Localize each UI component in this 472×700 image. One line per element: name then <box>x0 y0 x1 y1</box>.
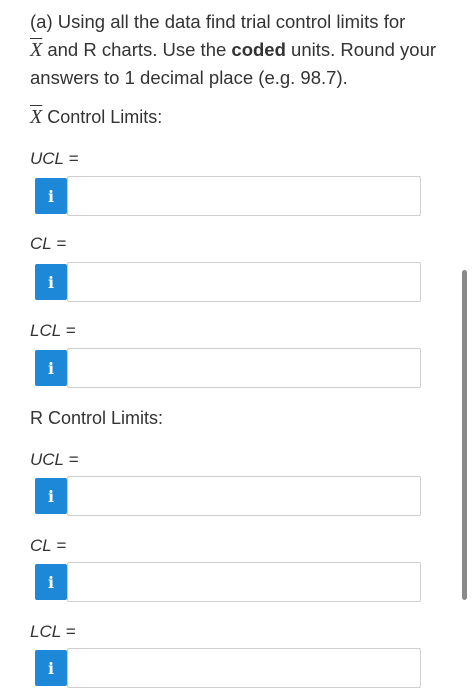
r-lcl-label-text: LCL <box>30 622 62 641</box>
question-part2: and R charts. Use the <box>42 39 232 60</box>
xbar-section-heading: X Control Limits: <box>30 106 162 129</box>
xbar-ucl-label: UCL = <box>30 149 79 169</box>
xbar-cl-input[interactable] <box>67 262 421 302</box>
r-cl-equals: = <box>51 536 67 555</box>
info-glyph: i <box>47 186 55 206</box>
info-glyph: i <box>47 572 55 592</box>
r-cl-row: i <box>35 562 421 602</box>
xbar-cl-label: CL = <box>30 234 66 254</box>
xbar-lcl-label: LCL = <box>30 321 76 341</box>
xbar-ucl-row: i <box>35 176 421 216</box>
info-glyph: i <box>47 486 55 506</box>
r-ucl-label-text: UCL <box>30 450 65 469</box>
info-icon[interactable]: i <box>35 564 67 600</box>
r-lcl-equals: = <box>61 622 76 641</box>
info-icon[interactable]: i <box>35 178 67 214</box>
xbar-symbol: X <box>30 39 43 61</box>
xbar-ucl-equals: = <box>64 149 79 168</box>
r-ucl-row: i <box>35 476 421 516</box>
r-cl-label-text: CL <box>30 536 52 555</box>
question-text: (a) Using all the data find trial contro… <box>30 8 442 92</box>
r-ucl-input[interactable] <box>67 476 421 516</box>
r-cl-input[interactable] <box>67 562 421 602</box>
xbar-lcl-label-text: LCL <box>30 321 62 340</box>
r-ucl-label: UCL = <box>30 450 79 470</box>
xbar-cl-equals: = <box>51 234 67 253</box>
info-glyph: i <box>47 658 55 678</box>
r-lcl-input[interactable] <box>67 648 421 688</box>
scrollbar[interactable] <box>462 270 467 600</box>
info-icon[interactable]: i <box>35 478 67 514</box>
info-icon[interactable]: i <box>35 650 67 686</box>
xbar-section-symbol: X <box>30 106 43 128</box>
xbar-ucl-input[interactable] <box>67 176 421 216</box>
xbar-cl-label-text: CL <box>30 234 52 253</box>
r-cl-label: CL = <box>30 536 66 556</box>
question-part1: (a) Using all the data find trial contro… <box>30 11 406 32</box>
r-lcl-label: LCL = <box>30 622 76 642</box>
xbar-cl-row: i <box>35 262 421 302</box>
xbar-lcl-equals: = <box>61 321 76 340</box>
info-glyph: i <box>47 272 55 292</box>
r-section-title: R Control Limits: <box>30 408 164 428</box>
info-icon[interactable]: i <box>35 264 67 300</box>
r-section-heading: R Control Limits: <box>30 408 163 429</box>
r-lcl-row: i <box>35 648 421 688</box>
question-bold-coded: coded <box>231 39 286 60</box>
xbar-section-title: Control Limits: <box>42 107 163 127</box>
xbar-ucl-label-text: UCL <box>30 149 65 168</box>
info-glyph: i <box>47 358 55 378</box>
xbar-lcl-row: i <box>35 348 421 388</box>
r-ucl-equals: = <box>64 450 79 469</box>
xbar-lcl-input[interactable] <box>67 348 421 388</box>
info-icon[interactable]: i <box>35 350 67 386</box>
